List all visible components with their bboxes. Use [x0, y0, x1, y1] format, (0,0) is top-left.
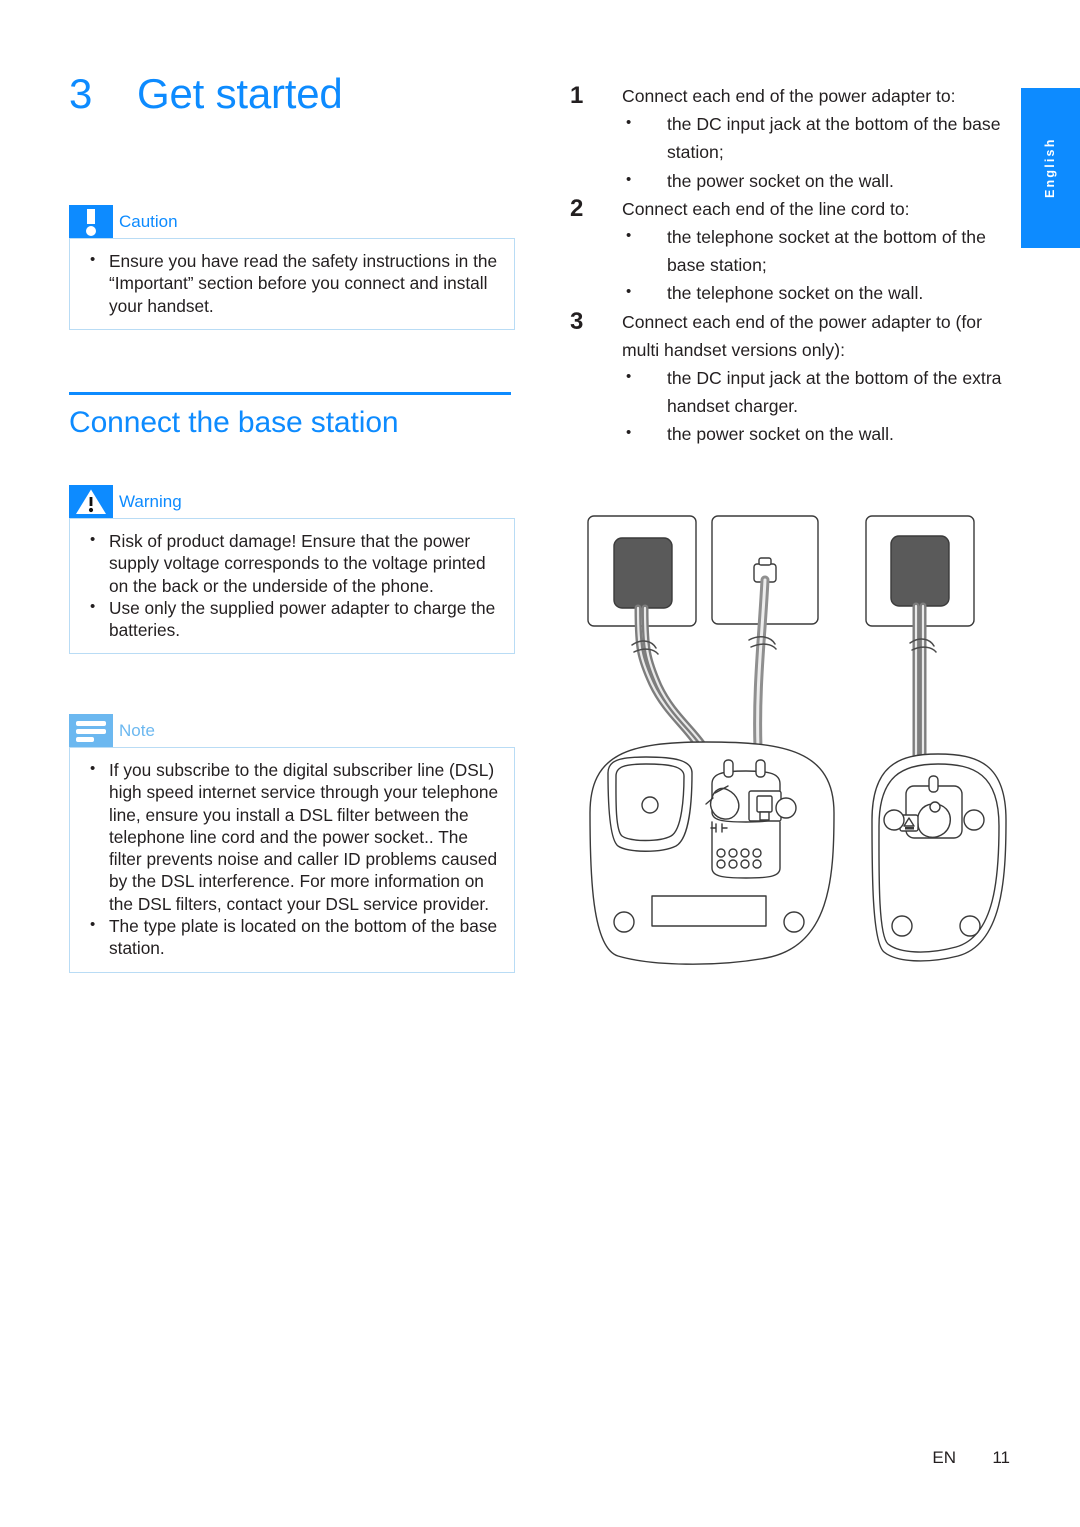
- step-text: Connect each end of the power adapter to…: [622, 311, 982, 360]
- note-icon: [69, 714, 113, 747]
- warning-body: Risk of product damage! Ensure that the …: [69, 518, 515, 655]
- step-number: 2: [570, 194, 584, 222]
- step-number: 1: [570, 82, 584, 109]
- chapter-title: Get started: [137, 70, 343, 117]
- note-header: Note: [69, 714, 515, 747]
- step-1-substeps: the DC input jack at the bottom of the b…: [622, 109, 1008, 195]
- note-notice: Note If you subscribe to the digital sub…: [69, 714, 515, 973]
- list-item: the power socket on the wall.: [622, 166, 1008, 195]
- language-side-tab-label: English: [1043, 137, 1057, 199]
- base-station-connection-diagram: [566, 508, 1016, 973]
- instruction-steps: 1 Connect each end of the power adapter …: [568, 82, 1008, 449]
- warning-notice: Warning Risk of product damage! Ensure t…: [69, 485, 515, 655]
- manual-page: English 3 Get started Caution Ensure you …: [0, 0, 1080, 1527]
- list-item: Use only the supplied power adapter to c…: [84, 596, 500, 642]
- handset-charger-underside: [871, 753, 1007, 962]
- footer-page-number: 11: [992, 1448, 1010, 1467]
- caution-icon: [69, 205, 113, 238]
- list-item: the telephone socket at the bottom of th…: [622, 222, 1008, 279]
- list-item: the power socket on the wall.: [622, 419, 1008, 448]
- base-station-underside: [589, 741, 835, 965]
- note-body: If you subscribe to the digital subscrib…: [69, 747, 515, 973]
- list-item: the DC input jack at the bottom of the b…: [622, 109, 1008, 166]
- step-text: Connect each end of the power adapter to…: [622, 86, 956, 106]
- caution-body: Ensure you have read the safety instruct…: [69, 238, 515, 330]
- dc-plug-charger: [916, 801, 951, 838]
- caution-notice: Caution Ensure you have read the safety …: [69, 205, 515, 330]
- warning-header: Warning: [69, 485, 515, 518]
- list-item: If you subscribe to the digital subscrib…: [84, 758, 500, 915]
- note-title: Note: [119, 721, 155, 740]
- section-heading: Connect the base station: [69, 406, 399, 439]
- footer-locale: EN: [932, 1448, 956, 1467]
- chapter-number: 3: [69, 70, 93, 117]
- step-3: 3 Connect each end of the power adapter …: [568, 308, 1008, 449]
- list-item: Ensure you have read the safety instruct…: [84, 249, 500, 317]
- step-text: Connect each end of the line cord to:: [622, 198, 910, 219]
- step-1: 1 Connect each end of the power adapter …: [568, 82, 1008, 195]
- list-item: The type plate is located on the bottom …: [84, 914, 500, 960]
- list-item: Risk of product damage! Ensure that the …: [84, 529, 500, 597]
- language-side-tab: English: [1021, 88, 1080, 248]
- list-item: the telephone socket on the wall.: [622, 278, 1008, 307]
- section-divider: [69, 392, 511, 395]
- warning-title: Warning: [119, 492, 182, 511]
- page-footer: EN 11: [0, 1448, 1010, 1468]
- list-item: the DC input jack at the bottom of the e…: [622, 363, 1008, 420]
- warning-icon: [69, 485, 113, 518]
- caution-title: Caution: [119, 212, 178, 231]
- step-3-substeps: the DC input jack at the bottom of the e…: [622, 363, 1008, 449]
- step-number: 3: [570, 307, 584, 335]
- caution-header: Caution: [69, 205, 515, 238]
- step-2-substeps: the telephone socket at the bottom of th…: [622, 222, 1008, 308]
- page-title: 3 Get started: [69, 70, 539, 118]
- step-2: 2 Connect each end of the line cord to: …: [568, 195, 1008, 308]
